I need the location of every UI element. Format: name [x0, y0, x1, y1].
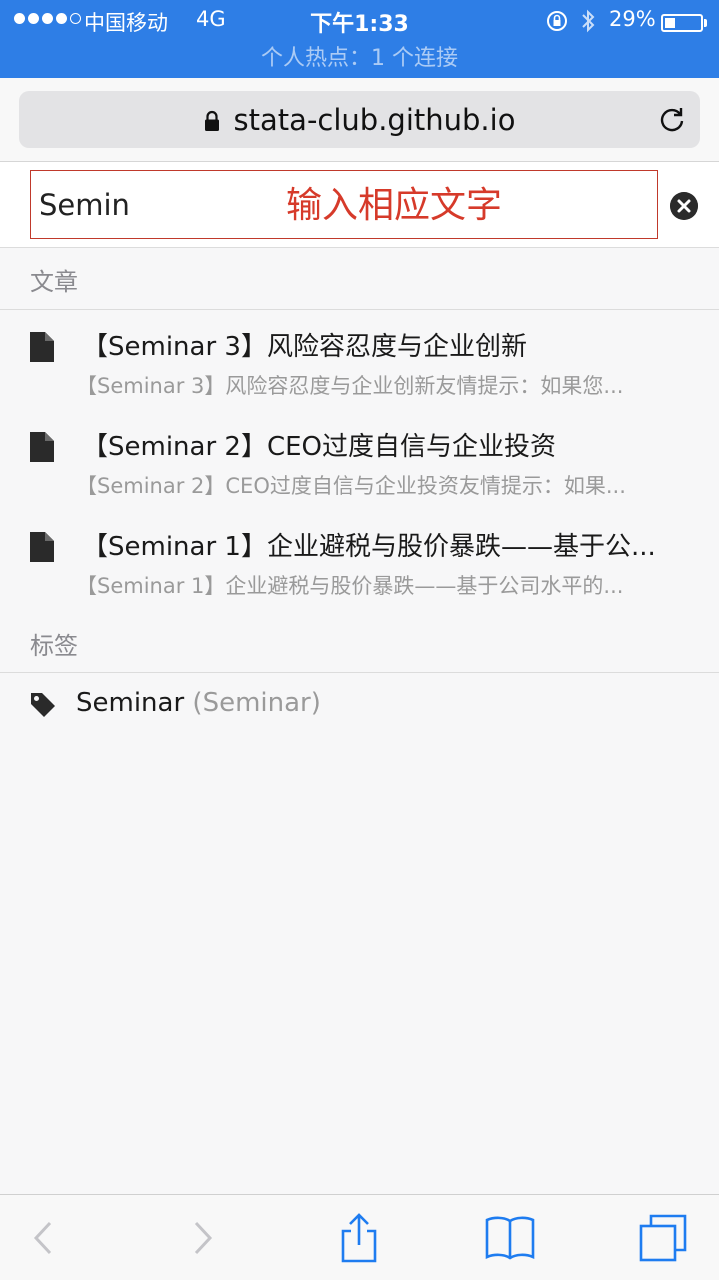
tag-label: Seminar (Seminar): [76, 688, 321, 718]
address-bar[interactable]: stata-club.github.io: [19, 91, 700, 148]
section-divider: [0, 672, 719, 673]
search-result[interactable]: 【Seminar 1】企业避税与股价暴跌——基于公... 【Seminar 1】…: [0, 526, 719, 616]
articles-section-header: 文章: [30, 268, 78, 296]
result-snippet: 【Seminar 1】企业避税与股价暴跌——基于公司水平的...: [76, 574, 624, 598]
hotspot-banner[interactable]: 个人热点：1 个连接: [0, 40, 719, 72]
url-text: stata-club.github.io: [233, 102, 516, 137]
forward-icon[interactable]: [178, 1213, 230, 1263]
share-icon[interactable]: [333, 1213, 385, 1263]
battery-level: [665, 18, 675, 28]
battery-percent: 29%: [609, 7, 656, 31]
back-icon[interactable]: [22, 1213, 74, 1263]
address-bar-area: stata-club.github.io: [0, 78, 719, 162]
bookmarks-icon[interactable]: [484, 1213, 536, 1263]
search-result[interactable]: 【Seminar 2】CEO过度自信与企业投资 【Seminar 2】CEO过度…: [0, 426, 719, 516]
battery-tip: [704, 19, 707, 27]
result-title: 【Seminar 3】风险容忍度与企业创新: [82, 332, 527, 362]
bluetooth-icon: [582, 9, 595, 33]
annotation-label: 输入相应文字: [286, 185, 503, 226]
tag-detail: (Seminar): [192, 688, 321, 718]
search-row: 输入相应文字: [0, 162, 719, 248]
status-row: 中国移动 4G 下午1:33 29%: [0, 4, 719, 38]
padlock-icon: [204, 110, 219, 131]
search-result[interactable]: 【Seminar 3】风险容忍度与企业创新 【Seminar 3】风险容忍度与企…: [0, 326, 719, 416]
result-title: 【Seminar 2】CEO过度自信与企业投资: [82, 432, 557, 462]
tag-icon: [31, 693, 55, 717]
battery-icon: [661, 14, 703, 32]
bottom-toolbar: [0, 1194, 719, 1280]
clear-search-icon[interactable]: [670, 192, 698, 220]
tags-section-header: 标签: [30, 632, 78, 660]
status-bar: 中国移动 4G 下午1:33 29% 个人热点：1 个连接: [0, 0, 719, 78]
tabs-icon[interactable]: [638, 1213, 690, 1263]
result-snippet: 【Seminar 3】风险容忍度与企业创新友情提示：如果您...: [76, 374, 624, 398]
document-icon: [30, 532, 54, 562]
document-icon: [30, 332, 54, 362]
rotation-lock-icon: [547, 11, 567, 31]
result-snippet: 【Seminar 2】CEO过度自信与企业投资友情提示：如果...: [76, 474, 626, 498]
tag-name: Seminar: [76, 688, 185, 718]
result-title: 【Seminar 1】企业避税与股价暴跌——基于公...: [82, 532, 656, 562]
tag-result[interactable]: Seminar (Seminar): [0, 686, 719, 726]
section-divider: [0, 309, 719, 310]
reload-icon[interactable]: [658, 105, 686, 133]
safari-page: 中国移动 4G 下午1:33 29% 个人热点：1 个连接 stata-club…: [0, 0, 719, 1280]
document-icon: [30, 432, 54, 462]
